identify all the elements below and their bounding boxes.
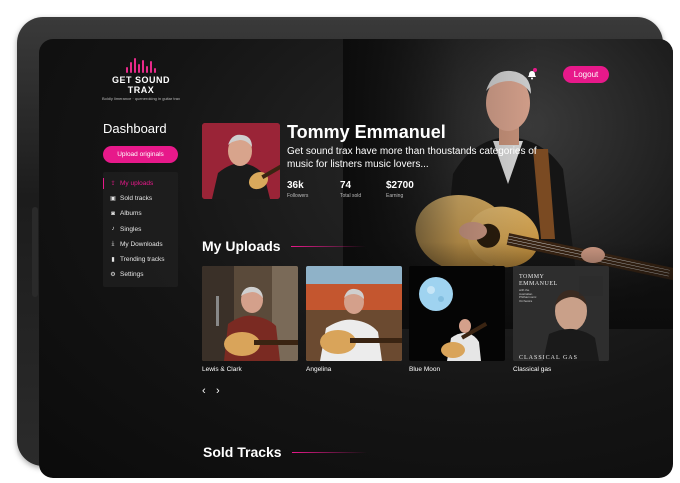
sidebar-item-label: My uploads (120, 180, 154, 188)
track-title: Angelina (306, 366, 332, 373)
sidebar-item-singles[interactable]: ♪ Singles (103, 222, 178, 237)
upload-card[interactable]: Angelina (306, 266, 402, 373)
sidebar-item-label: Settings (120, 271, 144, 279)
equalizer-icon (101, 57, 181, 73)
sidebar-menu: ⇪ My uploads ▣ Sold tracks ◙ Albums ♪ Si… (103, 172, 178, 287)
stat-earning: $2700 Earning (386, 180, 436, 199)
sidebar-item-label: Sold tracks (120, 195, 153, 203)
music-note-icon: ♪ (111, 226, 115, 233)
stat-value: $2700 (386, 180, 414, 191)
side-button (32, 207, 38, 297)
stat-label: Followers (287, 193, 309, 199)
app-screen: GET SOUND TRAX Boldly limerance · quener… (39, 39, 673, 478)
section-divider (291, 451, 367, 453)
gear-icon: ⚙ (110, 272, 116, 279)
tablet-frame: GET SOUND TRAX Boldly limerance · quener… (17, 17, 673, 478)
stat-value: 36k (287, 180, 304, 191)
cover-artist-first: TOMMY (519, 274, 545, 280)
sold-tracks-heading: Sold Tracks (203, 444, 367, 460)
stat-total-sold: 74 Total sold (340, 180, 386, 199)
album-cover (202, 266, 298, 361)
chevron-left-icon[interactable]: ‹ (202, 386, 206, 397)
stat-value: 74 (340, 180, 352, 191)
cart-icon: ▣ (110, 196, 116, 203)
stat-followers: 36k Followers (287, 180, 340, 199)
upload-card[interactable]: Blue Moon (409, 266, 505, 373)
logo-tagline: Boldly limerance · queneroking in guitar… (101, 96, 181, 101)
section-title: My Uploads (202, 238, 281, 254)
sidebar-item-label: My Downloads (120, 240, 163, 248)
stat-label: Earning (386, 193, 404, 199)
cover-text: TOMMY EMMANUEL with the Australian Philh… (513, 271, 609, 366)
artist-name: Tommy Emmanuel (287, 122, 446, 142)
album-cover (306, 266, 402, 361)
logout-button[interactable]: Logout (563, 66, 609, 83)
stat-label: Total sold (340, 193, 362, 199)
album-cover (409, 266, 505, 361)
sidebar-item-my-downloads[interactable]: ⤓ My Downloads (103, 237, 178, 252)
notification-dot (533, 68, 537, 72)
artist-stats: 36k Followers 74 Total sold $2700 Earnin… (287, 180, 436, 199)
sidebar-item-settings[interactable]: ⚙ Settings (103, 267, 178, 282)
artist-avatar (202, 123, 280, 199)
sidebar-title: Dashboard (103, 121, 167, 136)
chevron-right-icon[interactable]: › (216, 386, 220, 397)
upload-originals-button[interactable]: Upload originals (103, 146, 178, 163)
upload-card[interactable]: Lewis & Clark (202, 266, 298, 373)
trending-icon: ▮ (111, 257, 115, 264)
sidebar-item-label: Trending tracks (120, 256, 165, 264)
upload-icon: ⇪ (110, 181, 116, 188)
cover-artist-last: EMMANUEL (519, 281, 558, 287)
sidebar-item-my-uploads[interactable]: ⇪ My uploads (103, 176, 178, 191)
download-icon: ⤓ (111, 240, 115, 247)
logo-name: GET SOUND TRAX (111, 75, 170, 95)
my-uploads-heading: My Uploads (202, 238, 366, 254)
artist-description: Get sound trax have more than thoustands… (287, 146, 537, 170)
app-logo[interactable]: GET SOUND TRAX Boldly limerance · quener… (101, 57, 181, 101)
section-divider (290, 245, 366, 247)
sidebar-item-trending-tracks[interactable]: ▮ Trending tracks (103, 252, 178, 267)
track-title: Lewis & Clark (202, 366, 242, 373)
sidebar-item-albums[interactable]: ◙ Albums (103, 206, 178, 221)
sidebar-item-label: Singles (120, 225, 142, 233)
track-title: Classical gas (513, 366, 552, 373)
cover-small-text: with the Australian Philharmonic Orchest… (519, 288, 537, 303)
section-title: Sold Tracks (203, 444, 282, 460)
album-icon: ◙ (111, 210, 115, 217)
sidebar-item-sold-tracks[interactable]: ▣ Sold tracks (103, 191, 178, 206)
album-cover: TOMMY EMMANUEL with the Australian Philh… (513, 266, 609, 361)
cover-album-title: CLASSICAL GAS (519, 355, 578, 361)
upload-card[interactable]: TOMMY EMMANUEL with the Australian Philh… (513, 266, 609, 373)
sidebar-item-label: Albums (120, 210, 142, 218)
track-title: Blue Moon (409, 366, 441, 373)
